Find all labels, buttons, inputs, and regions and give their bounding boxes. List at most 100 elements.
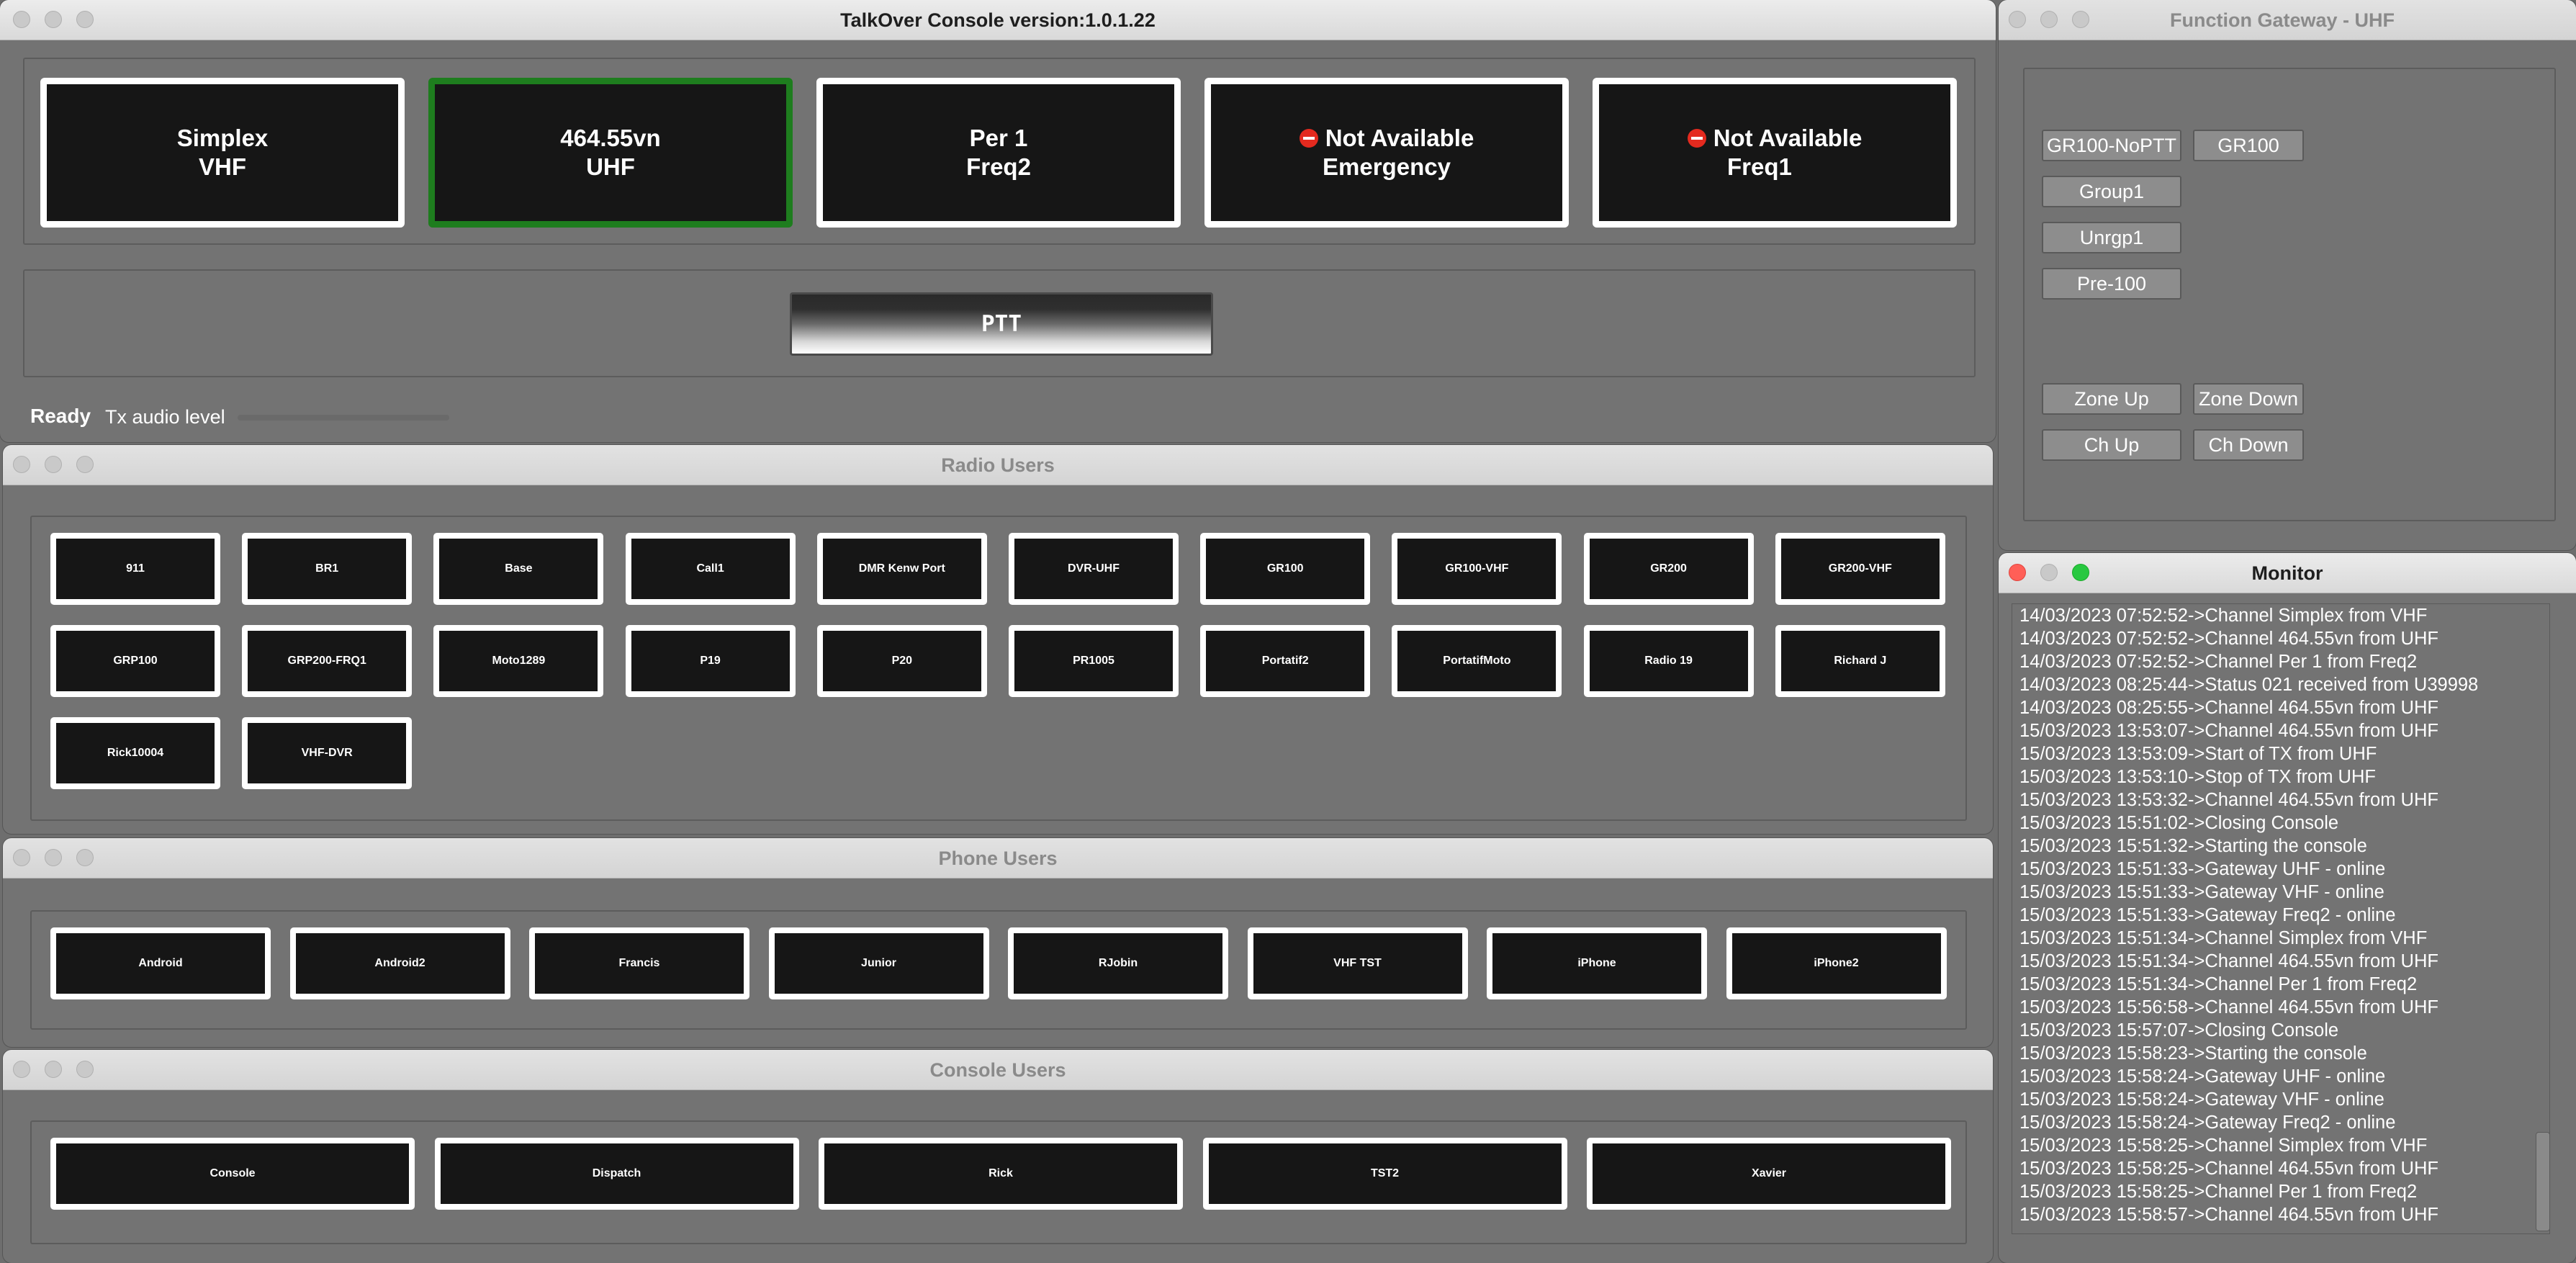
group-button-gr100-noptt[interactable]: GR100-NoPTT	[2042, 130, 2181, 161]
user-button-moto1289[interactable]: Moto1289	[433, 625, 604, 697]
user-button-p20[interactable]: P20	[816, 625, 987, 697]
user-button-portatifmoto[interactable]: PortatifMoto	[1392, 625, 1562, 697]
log-line: 14/03/2023 08:25:44->Status 021 received…	[2019, 675, 2479, 695]
ptt-button[interactable]: PTT	[790, 292, 1213, 356]
window-title: TalkOver Console version:1.0.1.22	[840, 9, 1156, 31]
log-line: 15/03/2023 15:58:23->Starting the consol…	[2019, 1043, 2367, 1064]
group-button-gr100[interactable]: GR100	[2193, 130, 2304, 161]
radio-users-titlebar[interactable]: Radio Users	[3, 445, 1993, 485]
group-button-unrgp1[interactable]: Unrgp1	[2042, 222, 2181, 253]
user-button-p19[interactable]: P19	[625, 625, 796, 697]
user-button-dmr-kenw-port[interactable]: DMR Kenw Port	[816, 533, 987, 605]
channel-button-emergency[interactable]: Not Available Emergency	[1204, 78, 1569, 228]
monitor-scrollbar[interactable]	[2536, 1132, 2550, 1231]
status-text: Ready	[30, 405, 91, 427]
user-button-rick[interactable]: Rick	[819, 1138, 1183, 1210]
channel-name: Not Available	[1325, 125, 1474, 151]
user-button-android2[interactable]: Android2	[289, 927, 510, 999]
user-button-base[interactable]: Base	[433, 533, 604, 605]
user-button-rick10004[interactable]: Rick10004	[50, 717, 220, 789]
user-button-radio-19[interactable]: Radio 19	[1583, 625, 1754, 697]
channel-gateway: Emergency	[1323, 153, 1451, 180]
group-button-group1[interactable]: Group1	[2042, 176, 2181, 207]
tx-audio-level-bar	[238, 415, 449, 421]
monitor-titlebar[interactable]: Monitor	[1999, 553, 2576, 593]
user-button-dvr-uhf[interactable]: DVR-UHF	[1009, 533, 1179, 605]
console-users-titlebar[interactable]: Console Users	[3, 1050, 1993, 1090]
channel-button-per1[interactable]: Per 1 Freq2	[816, 78, 1181, 228]
log-line: 15/03/2023 15:51:32->Starting the consol…	[2019, 836, 2367, 856]
user-button-gr100[interactable]: GR100	[1200, 533, 1371, 605]
user-button-portatif2[interactable]: Portatif2	[1200, 625, 1371, 697]
zone-down-button[interactable]: Zone Down	[2193, 383, 2304, 415]
user-button-vhf-tst[interactable]: VHF TST	[1247, 927, 1468, 999]
channel-gateway: Freq2	[966, 153, 1031, 180]
channel-name: Not Available	[1713, 125, 1863, 151]
user-button-android[interactable]: Android	[50, 927, 271, 999]
user-button-dispatch[interactable]: Dispatch	[434, 1138, 799, 1210]
channel-name: 464.55vn	[560, 125, 661, 151]
user-button-iphone[interactable]: iPhone	[1487, 927, 1707, 999]
log-line: 15/03/2023 15:51:33->Gateway VHF - onlin…	[2019, 882, 2384, 902]
window-title: Phone Users	[938, 848, 1058, 869]
user-button-junior[interactable]: Junior	[768, 927, 989, 999]
console-window: TalkOver Console version:1.0.1.22 Simple…	[0, 0, 1996, 442]
log-line: 15/03/2023 15:58:24->Gateway UHF - onlin…	[2019, 1066, 2386, 1087]
window-title: Monitor	[2251, 562, 2323, 584]
ch-up-button[interactable]: Ch Up	[2042, 429, 2181, 461]
channel-button-uhf[interactable]: 464.55vn UHF	[428, 78, 793, 228]
not-available-icon	[1687, 129, 1706, 148]
user-button-xavier[interactable]: Xavier	[1587, 1138, 1951, 1210]
window-title: Radio Users	[941, 454, 1055, 476]
zone-up-button[interactable]: Zone Up	[2042, 383, 2181, 415]
phone-users-titlebar[interactable]: Phone Users	[3, 838, 1993, 878]
user-button-iphone2[interactable]: iPhone2	[1726, 927, 1947, 999]
console-users-window: Console Users Console Dispatch Rick TST2 Xav…	[3, 1050, 1993, 1263]
log-line: 15/03/2023 15:58:57->Channel 464.55vn fr…	[2019, 1205, 2438, 1225]
user-button-richard-j[interactable]: Richard J	[1775, 625, 1945, 697]
log-line: 14/03/2023 08:25:55->Channel 464.55vn fr…	[2019, 698, 2438, 718]
window-title: Console Users	[929, 1059, 1066, 1081]
ch-down-button[interactable]: Ch Down	[2193, 429, 2304, 461]
log-line: 15/03/2023 15:51:34->Channel 464.55vn fr…	[2019, 951, 2438, 971]
channel-gateway: Freq1	[1727, 153, 1792, 180]
user-button-francis[interactable]: Francis	[529, 927, 749, 999]
monitor-log[interactable]: 14/03/2023 07:52:52->Channel Simplex fro…	[2012, 603, 2550, 1234]
function-gateway-window: Function Gateway - UHF GR100-NoPTT GR100…	[1999, 0, 2576, 550]
log-line: 15/03/2023 13:53:07->Channel 464.55vn fr…	[2019, 721, 2438, 741]
user-button-vhf-dvr[interactable]: VHF-DVR	[242, 717, 413, 789]
user-button-grp100[interactable]: GRP100	[50, 625, 220, 697]
log-line: 15/03/2023 13:53:10->Stop of TX from UHF	[2019, 767, 2376, 787]
user-button-pr1005[interactable]: PR1005	[1009, 625, 1179, 697]
user-button-gr200[interactable]: GR200	[1583, 533, 1754, 605]
user-button-br1[interactable]: BR1	[242, 533, 413, 605]
log-line: 15/03/2023 15:51:34->Channel Per 1 from …	[2019, 974, 2418, 994]
user-button-gr100-vhf[interactable]: GR100-VHF	[1392, 533, 1562, 605]
channel-gateway: UHF	[586, 153, 635, 180]
channel-name: Per 1	[969, 125, 1028, 151]
log-line: 15/03/2023 15:51:33->Gateway Freq2 - onl…	[2019, 905, 2396, 925]
group-button-pre-100[interactable]: Pre-100	[2042, 268, 2181, 300]
user-button-call1[interactable]: Call1	[625, 533, 796, 605]
channel-name: Simplex	[176, 125, 269, 151]
log-line: 15/03/2023 13:53:32->Channel 464.55vn fr…	[2019, 790, 2438, 810]
window-title: Function Gateway - UHF	[2170, 9, 2395, 31]
log-line: 15/03/2023 15:51:33->Gateway UHF - onlin…	[2019, 859, 2386, 879]
log-line: 14/03/2023 07:52:52->Channel 464.55vn fr…	[2019, 629, 2438, 649]
channel-gateway: VHF	[199, 153, 246, 180]
user-button-console[interactable]: Console	[50, 1138, 415, 1210]
user-button-rjobin[interactable]: RJobin	[1008, 927, 1228, 999]
function-gateway-titlebar[interactable]: Function Gateway - UHF	[1999, 0, 2576, 40]
log-line: 15/03/2023 15:58:25->Channel Per 1 from …	[2019, 1182, 2418, 1202]
log-line: 15/03/2023 15:58:25->Channel Simplex fro…	[2019, 1136, 2428, 1156]
user-button-gr200-vhf[interactable]: GR200-VHF	[1775, 533, 1945, 605]
tx-audio-label: Tx audio level	[105, 406, 225, 428]
radio-users-window: Radio Users 911 BR1 Base Call1 DMR Kenw Port…	[3, 445, 1993, 834]
user-button-911[interactable]: 911	[50, 533, 220, 605]
log-line: 15/03/2023 15:58:24->Gateway VHF - onlin…	[2019, 1089, 2384, 1110]
console-titlebar[interactable]: TalkOver Console version:1.0.1.22	[0, 0, 1996, 40]
user-button-tst2[interactable]: TST2	[1202, 1138, 1567, 1210]
user-button-grp200-frq1[interactable]: GRP200-FRQ1	[242, 625, 413, 697]
channel-button-simplex[interactable]: Simplex VHF	[40, 78, 405, 228]
channel-button-freq1[interactable]: Not Available Freq1	[1593, 78, 1957, 228]
